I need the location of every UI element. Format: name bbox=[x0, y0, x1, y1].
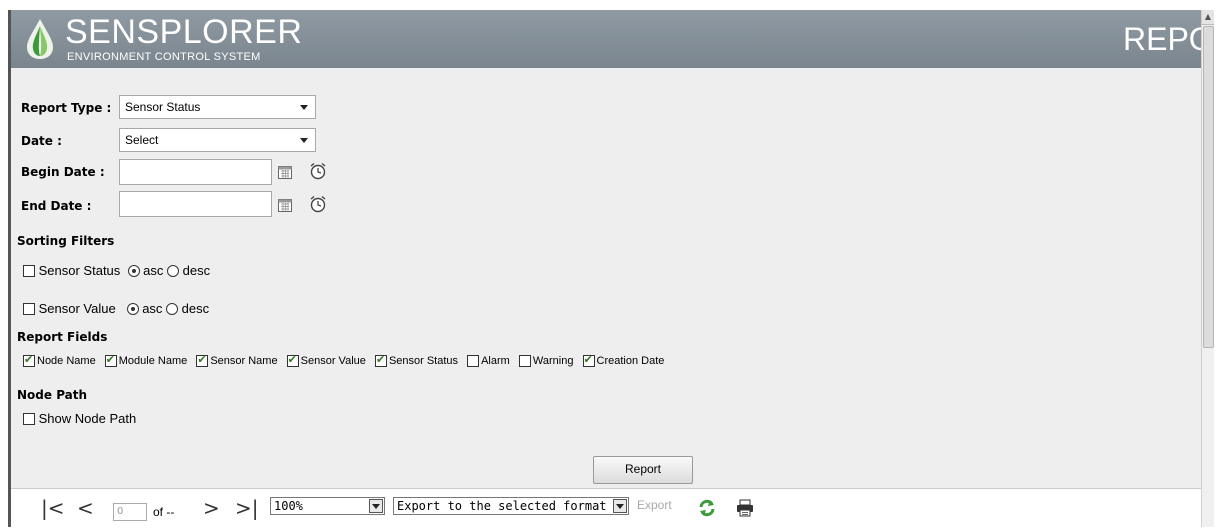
checkbox[interactable] bbox=[196, 353, 209, 368]
report-button[interactable]: Report bbox=[593, 456, 693, 484]
chevron-down-icon bbox=[300, 105, 308, 110]
desc-radio[interactable] bbox=[167, 264, 179, 277]
field-label: Sensor Status bbox=[388, 355, 459, 368]
last-page-icon[interactable]: >| bbox=[235, 498, 259, 518]
zoom-select[interactable]: 100% bbox=[270, 497, 385, 515]
sort-filter-row: Sensor Value asc desc bbox=[23, 300, 209, 316]
date-value: Select bbox=[125, 133, 159, 147]
clock-icon[interactable] bbox=[309, 195, 327, 213]
date-label: Date : bbox=[21, 134, 62, 148]
chevron-down-icon bbox=[300, 138, 308, 143]
field-label: Module Name bbox=[118, 355, 188, 368]
checkbox[interactable] bbox=[23, 353, 35, 368]
checkbox[interactable] bbox=[104, 353, 117, 368]
field-node-name[interactable]: Node Name bbox=[23, 353, 96, 368]
field-label: Creation Date bbox=[596, 355, 665, 368]
checkbox[interactable] bbox=[467, 355, 480, 368]
field-label: Alarm bbox=[481, 355, 510, 368]
checkbox[interactable] bbox=[582, 353, 595, 368]
field-sensor-name[interactable]: Sensor Name bbox=[196, 353, 278, 368]
checkbox[interactable] bbox=[286, 353, 299, 368]
calendar-icon[interactable] bbox=[278, 198, 292, 212]
refresh-icon[interactable] bbox=[697, 498, 717, 518]
report-type-select[interactable]: Sensor Status bbox=[119, 95, 316, 119]
field-sensor-value[interactable]: Sensor Value bbox=[286, 353, 366, 368]
field-creation-date[interactable]: Creation Date bbox=[582, 353, 665, 368]
app-header: SENSPLORER ENVIRONMENT CONTROL SYSTEM RE… bbox=[11, 10, 1214, 68]
date-select[interactable]: Select bbox=[119, 128, 316, 152]
field-warning[interactable]: Warning bbox=[518, 355, 574, 368]
brand-tagline: ENVIRONMENT CONTROL SYSTEM bbox=[67, 51, 261, 63]
sorting-filters-title: Sorting Filters bbox=[17, 234, 115, 248]
brand-name: SENSPLORER bbox=[65, 13, 303, 51]
export-link[interactable]: Export bbox=[637, 498, 672, 512]
report-type-value: Sensor Status bbox=[125, 100, 201, 114]
scroll-up-icon[interactable]: ▲ bbox=[1202, 10, 1214, 25]
sensor-status-sort-checkbox[interactable] bbox=[23, 264, 35, 277]
vertical-scrollbar[interactable]: ▲ bbox=[1201, 10, 1214, 527]
sort-filter-label: Sensor Value bbox=[38, 301, 116, 317]
asc-radio[interactable] bbox=[126, 302, 139, 315]
begin-date-label: Begin Date : bbox=[21, 165, 105, 179]
begin-date-input[interactable] bbox=[119, 159, 272, 185]
sensor-value-sort-checkbox[interactable] bbox=[23, 302, 35, 315]
report-fields-list: Node Name Module Name Sensor Name Sensor… bbox=[23, 353, 670, 368]
scroll-thumb[interactable] bbox=[1203, 26, 1214, 348]
field-label: Warning bbox=[532, 355, 574, 368]
field-module-name[interactable]: Module Name bbox=[104, 353, 188, 368]
next-page-icon[interactable]: > bbox=[203, 498, 220, 518]
first-page-icon[interactable]: |< bbox=[41, 498, 65, 518]
end-date-label: End Date : bbox=[21, 199, 92, 213]
export-format-select[interactable]: Export to the selected format bbox=[393, 497, 629, 515]
sort-filter-label: Sensor Status bbox=[38, 263, 121, 279]
page-number-input[interactable]: 0 bbox=[113, 503, 147, 521]
field-label: Node Name bbox=[37, 355, 96, 368]
desc-radio[interactable] bbox=[166, 302, 179, 315]
field-sensor-status[interactable]: Sensor Status bbox=[374, 353, 459, 368]
show-node-path-checkbox[interactable] bbox=[23, 412, 35, 425]
previous-page-icon[interactable]: < bbox=[77, 498, 94, 518]
calendar-icon[interactable] bbox=[278, 165, 292, 179]
report-viewer-toolbar: |< < 0 of -- > >| 100% Export to the sel… bbox=[11, 488, 1214, 528]
field-alarm[interactable]: Alarm bbox=[467, 355, 510, 368]
node-path-title: Node Path bbox=[17, 388, 88, 402]
asc-label: asc bbox=[143, 263, 164, 279]
report-type-label: Report Type : bbox=[21, 101, 112, 115]
checkbox[interactable] bbox=[518, 355, 531, 368]
desc-label: desc bbox=[182, 263, 211, 279]
asc-radio[interactable] bbox=[127, 264, 140, 277]
show-node-path-row: Show Node Path bbox=[23, 410, 136, 426]
zoom-value: 100% bbox=[274, 499, 303, 513]
checkbox[interactable] bbox=[374, 353, 387, 368]
chevron-down-icon bbox=[369, 499, 383, 513]
export-format-value: Export to the selected format bbox=[397, 499, 607, 513]
report-fields-title: Report Fields bbox=[17, 330, 108, 344]
page-count-label: of -- bbox=[153, 505, 175, 519]
sort-filter-row: Sensor Status asc desc bbox=[23, 262, 210, 278]
print-icon[interactable] bbox=[736, 499, 754, 517]
desc-label: desc bbox=[181, 301, 210, 317]
report-page: SENSPLORER ENVIRONMENT CONTROL SYSTEM RE… bbox=[8, 10, 1214, 528]
asc-label: asc bbox=[142, 301, 163, 317]
show-node-path-label: Show Node Path bbox=[38, 411, 137, 427]
chevron-down-icon bbox=[613, 499, 627, 513]
clock-icon[interactable] bbox=[309, 162, 327, 180]
leaf-drop-icon bbox=[27, 19, 53, 59]
field-label: Sensor Name bbox=[210, 355, 278, 368]
end-date-input[interactable] bbox=[119, 191, 272, 217]
field-label: Sensor Value bbox=[300, 355, 366, 368]
